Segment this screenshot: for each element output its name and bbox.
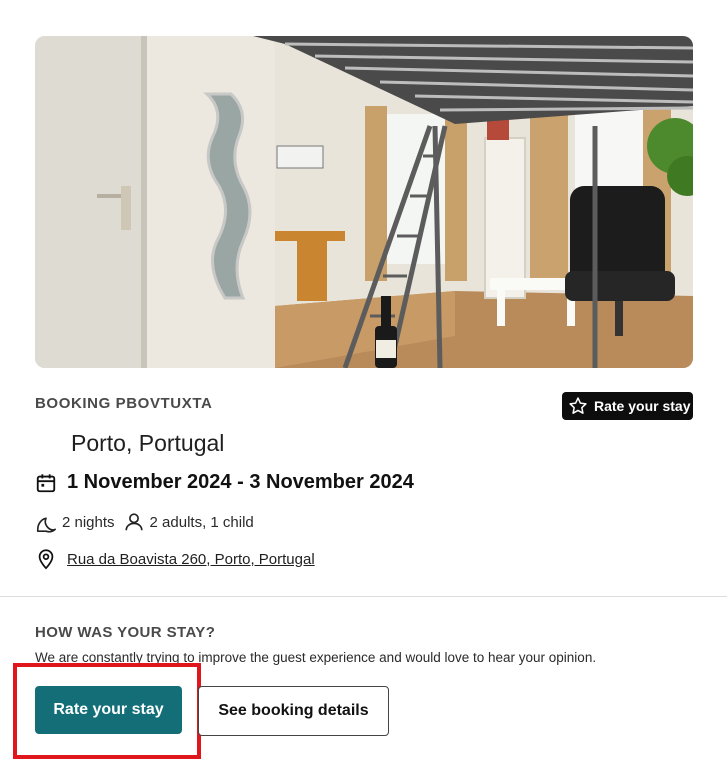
section-divider <box>0 596 727 597</box>
feedback-title: HOW WAS YOUR STAY? <box>35 624 216 641</box>
booking-reference: BOOKING PBOVTUXTA <box>35 395 213 412</box>
booking-location: Porto, Portugal <box>71 430 225 456</box>
listing-photo <box>35 36 693 368</box>
star-icon <box>569 397 587 414</box>
rate-your-stay-badge[interactable]: Rate your stay <box>562 392 693 420</box>
location-pin-icon <box>38 549 54 570</box>
booking-nights: 2 nights <box>62 513 115 531</box>
booking-dates: 1 November 2024 - 3 November 2024 <box>67 471 414 493</box>
booking-info-row: 2 nights 2 adults, 1 child <box>35 511 262 533</box>
calendar-icon <box>36 473 56 492</box>
rate-badge-label: Rate your stay <box>594 398 691 414</box>
booking-address-link[interactable]: Rua da Boavista 260, Porto, Portugal <box>67 551 315 568</box>
moon-icon <box>36 517 56 533</box>
see-booking-details-button[interactable]: See booking details <box>198 686 389 736</box>
booking-address-row: Rua da Boavista 260, Porto, Portugal <box>35 548 315 570</box>
booking-guests: 2 adults, 1 child <box>149 513 254 531</box>
person-icon <box>124 513 143 531</box>
booking-dates-row: 1 November 2024 - 3 November 2024 <box>35 471 414 494</box>
rate-your-stay-button[interactable]: Rate your stay <box>35 686 182 734</box>
